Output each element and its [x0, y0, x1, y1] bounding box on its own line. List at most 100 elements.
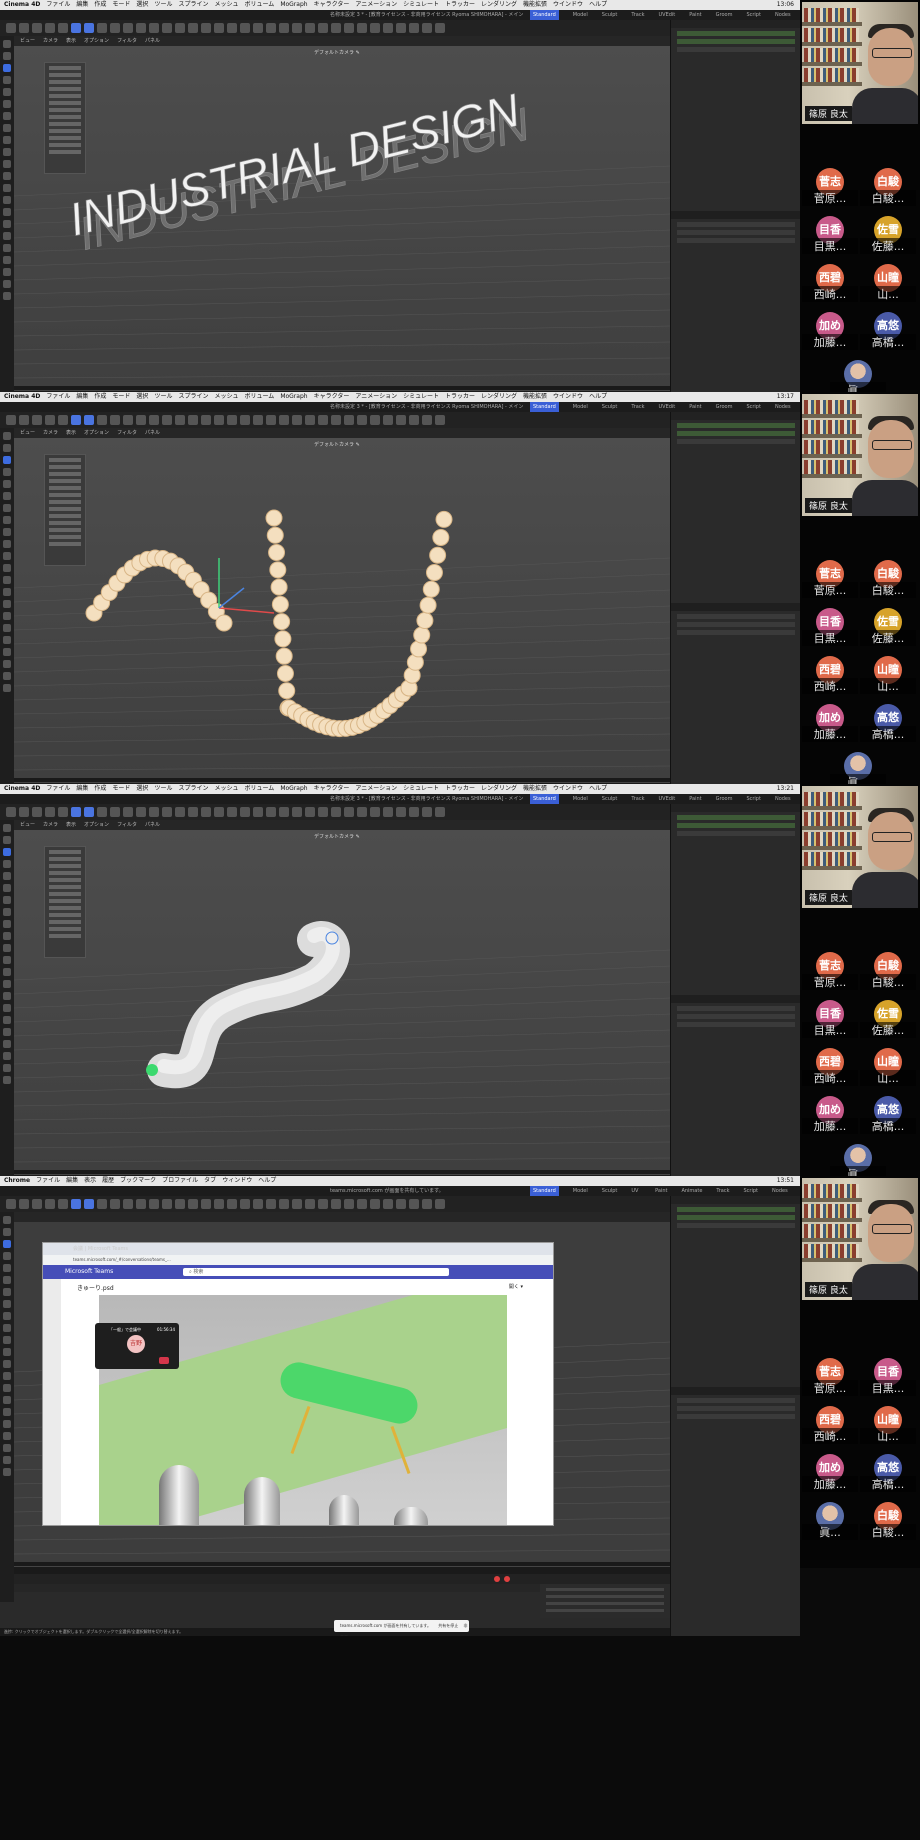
toolbar-tool-icon[interactable] [201, 415, 211, 425]
menu-item[interactable]: ボリューム [244, 0, 274, 10]
participant-tile[interactable]: 山瞳 山... [860, 1046, 916, 1090]
menu-item[interactable]: MoGraph [280, 392, 307, 402]
mode-tool-icon[interactable] [3, 1040, 11, 1048]
toolbar-tool-icon[interactable] [71, 415, 81, 425]
autokey-icon[interactable] [504, 1576, 510, 1582]
mode-tool-icon[interactable] [3, 636, 11, 644]
3d-viewport[interactable]: 会議 | Microsoft Teams teams.microsoft.com/… [14, 1222, 670, 1562]
viewport-menu-item[interactable]: カメラ [43, 36, 58, 46]
menu-item[interactable]: タブ [204, 1176, 216, 1186]
mode-tool-icon[interactable] [3, 884, 11, 892]
participant-tile[interactable]: 高悠 高橋... [860, 310, 916, 354]
toolbar-tool-icon[interactable] [97, 807, 107, 817]
mode-tool-icon[interactable] [3, 956, 11, 964]
mode-tool-icon[interactable] [3, 576, 11, 584]
3d-viewport[interactable]: デフォルトカメラ ✎ INDUSTRIAL DESIGN INDUSTRIAL D… [14, 46, 670, 386]
toolbar-tool-icon[interactable] [110, 23, 120, 33]
menu-item[interactable]: 履歴 [102, 1176, 114, 1186]
mode-tool-icon[interactable] [3, 944, 11, 952]
toolbar-tool-icon[interactable] [19, 23, 29, 33]
mode-tool-icon[interactable] [3, 968, 11, 976]
mode-tool-icon[interactable] [3, 600, 11, 608]
menu-item[interactable]: 選択 [136, 0, 148, 10]
toolbar-tool-icon[interactable] [58, 1199, 68, 1209]
mode-tool-icon[interactable] [3, 1004, 11, 1012]
mode-tool-icon[interactable] [3, 872, 11, 880]
menu-item[interactable]: 選択 [136, 784, 148, 794]
mode-tool-icon[interactable] [3, 456, 11, 464]
menu-item[interactable]: ヘルプ [258, 1176, 276, 1186]
participant-tile[interactable]: 佐雪 佐藤... [860, 998, 916, 1042]
toolbar-tool-icon[interactable] [136, 1199, 146, 1209]
toolbar-tool-icon[interactable] [357, 415, 367, 425]
toolbar-tool-icon[interactable] [266, 23, 276, 33]
mode-tool-icon[interactable] [3, 1028, 11, 1036]
menu-item[interactable]: キャラクター [314, 784, 350, 794]
toolbar-tool-icon[interactable] [19, 415, 29, 425]
bead-sphere[interactable] [416, 612, 434, 630]
mode-tool-icon[interactable] [3, 208, 11, 216]
viewport-menu-item[interactable]: ビュー [20, 820, 35, 830]
menu-item[interactable]: トラッカー [445, 392, 475, 402]
toolbar-tool-icon[interactable] [409, 807, 419, 817]
menu-item[interactable]: キャラクター [314, 392, 350, 402]
toolbar-tool-icon[interactable] [188, 1199, 198, 1209]
mode-tool-icon[interactable] [3, 292, 11, 300]
menu-item[interactable]: 機能拡張 [523, 784, 547, 794]
mode-tool-icon[interactable] [3, 232, 11, 240]
toolbar-tool-icon[interactable] [32, 1199, 42, 1209]
toolbar-tool-icon[interactable] [175, 23, 185, 33]
bead-sphere[interactable] [215, 614, 233, 632]
mode-tool-icon[interactable] [3, 516, 11, 524]
toolbar-tool-icon[interactable] [279, 1199, 289, 1209]
toolbar-tool-icon[interactable] [71, 23, 81, 33]
menu-item[interactable]: メッシュ [214, 392, 238, 402]
toolbar-tool-icon[interactable] [344, 807, 354, 817]
toolbar-tool-icon[interactable] [162, 23, 172, 33]
mode-tool-icon[interactable] [3, 444, 11, 452]
mode-tool-icon[interactable] [3, 1252, 11, 1260]
mode-tool-icon[interactable] [3, 100, 11, 108]
toolbar-tool-icon[interactable] [383, 23, 393, 33]
mode-tool-icon[interactable] [3, 552, 11, 560]
menu-item[interactable]: MoGraph [280, 784, 307, 794]
bead-sphere[interactable] [432, 528, 450, 546]
menu-item[interactable]: ツール [154, 0, 172, 10]
mode-tool-icon[interactable] [3, 268, 11, 276]
mode-tool-icon[interactable] [3, 136, 11, 144]
toolbar-tool-icon[interactable] [123, 23, 133, 33]
toolbar-tool-icon[interactable] [45, 23, 55, 33]
mode-tool-icon[interactable] [3, 1468, 11, 1476]
app-menu[interactable]: Cinema 4D [4, 0, 40, 10]
viewport-menu-item[interactable]: フィルタ [117, 820, 137, 830]
toolbar-tool-icon[interactable] [162, 415, 172, 425]
mode-tool-icon[interactable] [3, 564, 11, 572]
participant-tile[interactable]: 高悠 高橋... [860, 1094, 916, 1138]
participant-tile[interactable]: 目香 目黒... [860, 1356, 916, 1400]
menu-item[interactable]: 表示 [84, 1176, 96, 1186]
menu-item[interactable]: ファイル [46, 0, 70, 10]
toolbar-tool-icon[interactable] [188, 415, 198, 425]
mode-tool-icon[interactable] [3, 860, 11, 868]
bead-sphere[interactable] [276, 664, 294, 682]
toolbar-tool-icon[interactable] [227, 415, 237, 425]
toolbar-tool-icon[interactable] [149, 415, 159, 425]
participant-tile[interactable]: 加め 加藤... [802, 702, 858, 746]
viewport-menu-item[interactable]: 表示 [66, 36, 76, 46]
toolbar-tool-icon[interactable] [409, 23, 419, 33]
record-icon[interactable] [494, 1576, 500, 1582]
app-menu[interactable]: Chrome [4, 1176, 30, 1186]
toolbar-tool-icon[interactable] [97, 415, 107, 425]
toolbar-tool-icon[interactable] [110, 807, 120, 817]
mode-tool-icon[interactable] [3, 1444, 11, 1452]
menu-item[interactable]: アニメーション [355, 784, 397, 794]
mode-tool-icon[interactable] [3, 1420, 11, 1428]
participant-tile[interactable]: 西碧 西崎... [802, 654, 858, 698]
host-video[interactable]: 篠原 良太 [802, 786, 918, 908]
participant-tile[interactable]: 加め 加藤... [802, 1094, 858, 1138]
toolbar-tool-icon[interactable] [201, 23, 211, 33]
menu-item[interactable]: ウインドウ [553, 392, 583, 402]
toolbar-tool-icon[interactable] [422, 1199, 432, 1209]
toolbar-tool-icon[interactable] [383, 1199, 393, 1209]
participant-tile[interactable]: 高悠 高橋... [860, 702, 916, 746]
